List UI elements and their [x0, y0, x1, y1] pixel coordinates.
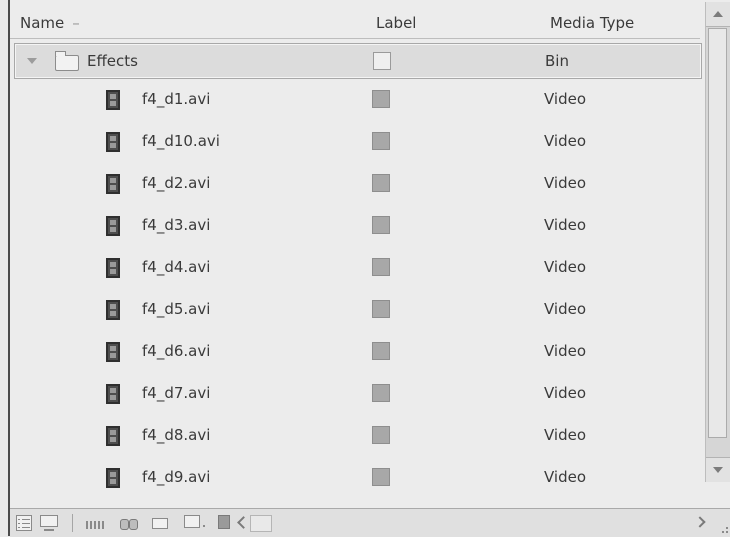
item-list: Effects Bin f4_d1.avi Video f4_d10.avi V…: [14, 40, 704, 496]
scroll-left-icon[interactable]: [236, 515, 246, 531]
column-header: Name – Label Media Type: [10, 8, 700, 39]
label-swatch: [372, 426, 390, 444]
clear-icon[interactable]: [218, 515, 230, 529]
media-type: Bin: [545, 52, 569, 70]
column-name-label: Name: [20, 14, 65, 32]
horizontal-scrollbar[interactable]: [250, 514, 710, 532]
label-swatch: [373, 52, 391, 70]
bin-name: Effects: [87, 52, 138, 70]
automate-to-sequence-icon[interactable]: [86, 515, 108, 531]
label-swatch: [372, 300, 390, 318]
toolbar-divider: [72, 514, 73, 532]
column-media-type[interactable]: Media Type: [550, 14, 634, 32]
list-item[interactable]: f4_d6.avi Video: [14, 332, 702, 372]
project-panel: Name – Label Media Type Effects Bin f4_d1…: [8, 0, 730, 537]
label-swatch: [372, 384, 390, 402]
film-icon: [106, 132, 120, 152]
label-swatch: [372, 132, 390, 150]
list-item[interactable]: f4_d5.avi Video: [14, 290, 702, 330]
label-swatch: [372, 174, 390, 192]
new-bin-icon[interactable]: [152, 518, 168, 529]
item-name: f4_d9.avi: [142, 468, 211, 486]
expand-triangle-icon[interactable]: [27, 58, 37, 64]
item-name: f4_d2.avi: [142, 174, 211, 192]
horizontal-scroll-thumb[interactable]: [250, 515, 272, 532]
resize-grip-icon[interactable]: [720, 525, 728, 533]
item-name: f4_d10.avi: [142, 132, 220, 150]
item-name: f4_d6.avi: [142, 342, 211, 360]
icon-view-icon[interactable]: [40, 515, 58, 531]
media-type: Video: [544, 342, 587, 360]
film-icon: [106, 216, 120, 236]
item-name: f4_d7.avi: [142, 384, 211, 402]
bin-row[interactable]: Effects Bin: [14, 43, 702, 79]
item-name: f4_d5.avi: [142, 300, 211, 318]
film-icon: [106, 174, 120, 194]
film-icon: [106, 258, 120, 278]
list-item[interactable]: f4_d9.avi Video: [14, 458, 702, 496]
film-icon: [106, 90, 120, 110]
list-item[interactable]: f4_d8.avi Video: [14, 416, 702, 456]
panel-toolbar: [10, 508, 730, 537]
list-item[interactable]: f4_d3.avi Video: [14, 206, 702, 246]
media-type: Video: [544, 90, 587, 108]
label-swatch: [372, 258, 390, 276]
media-type: Video: [544, 216, 587, 234]
media-type: Video: [544, 426, 587, 444]
scroll-up-icon[interactable]: [706, 2, 730, 27]
item-name: f4_d8.avi: [142, 426, 211, 444]
item-name: f4_d1.avi: [142, 90, 211, 108]
media-type: Video: [544, 258, 587, 276]
label-swatch: [372, 90, 390, 108]
vertical-scrollbar[interactable]: [705, 2, 730, 482]
list-item[interactable]: f4_d7.avi Video: [14, 374, 702, 414]
item-name: f4_d3.avi: [142, 216, 211, 234]
sort-indicator: –: [72, 14, 80, 32]
media-type: Video: [544, 384, 587, 402]
new-item-icon[interactable]: [184, 515, 205, 528]
scroll-down-icon[interactable]: [706, 457, 730, 482]
list-view-icon[interactable]: [16, 515, 32, 531]
scroll-right-icon[interactable]: [696, 516, 706, 530]
find-icon[interactable]: [120, 515, 138, 531]
media-type: Video: [544, 174, 587, 192]
folder-icon: [55, 51, 79, 71]
list-item[interactable]: f4_d1.avi Video: [14, 80, 702, 120]
column-name[interactable]: Name –: [20, 14, 80, 32]
media-type: Video: [544, 300, 587, 318]
film-icon: [106, 468, 120, 488]
label-swatch: [372, 468, 390, 486]
item-name: f4_d4.avi: [142, 258, 211, 276]
list-item[interactable]: f4_d4.avi Video: [14, 248, 702, 288]
list-item[interactable]: f4_d2.avi Video: [14, 164, 702, 204]
film-icon: [106, 342, 120, 362]
column-label[interactable]: Label: [376, 14, 416, 32]
film-icon: [106, 426, 120, 446]
scroll-thumb[interactable]: [708, 28, 727, 438]
media-type: Video: [544, 468, 587, 486]
list-item[interactable]: f4_d10.avi Video: [14, 122, 702, 162]
label-swatch: [372, 342, 390, 360]
label-swatch: [372, 216, 390, 234]
film-icon: [106, 300, 120, 320]
film-icon: [106, 384, 120, 404]
media-type: Video: [544, 132, 587, 150]
